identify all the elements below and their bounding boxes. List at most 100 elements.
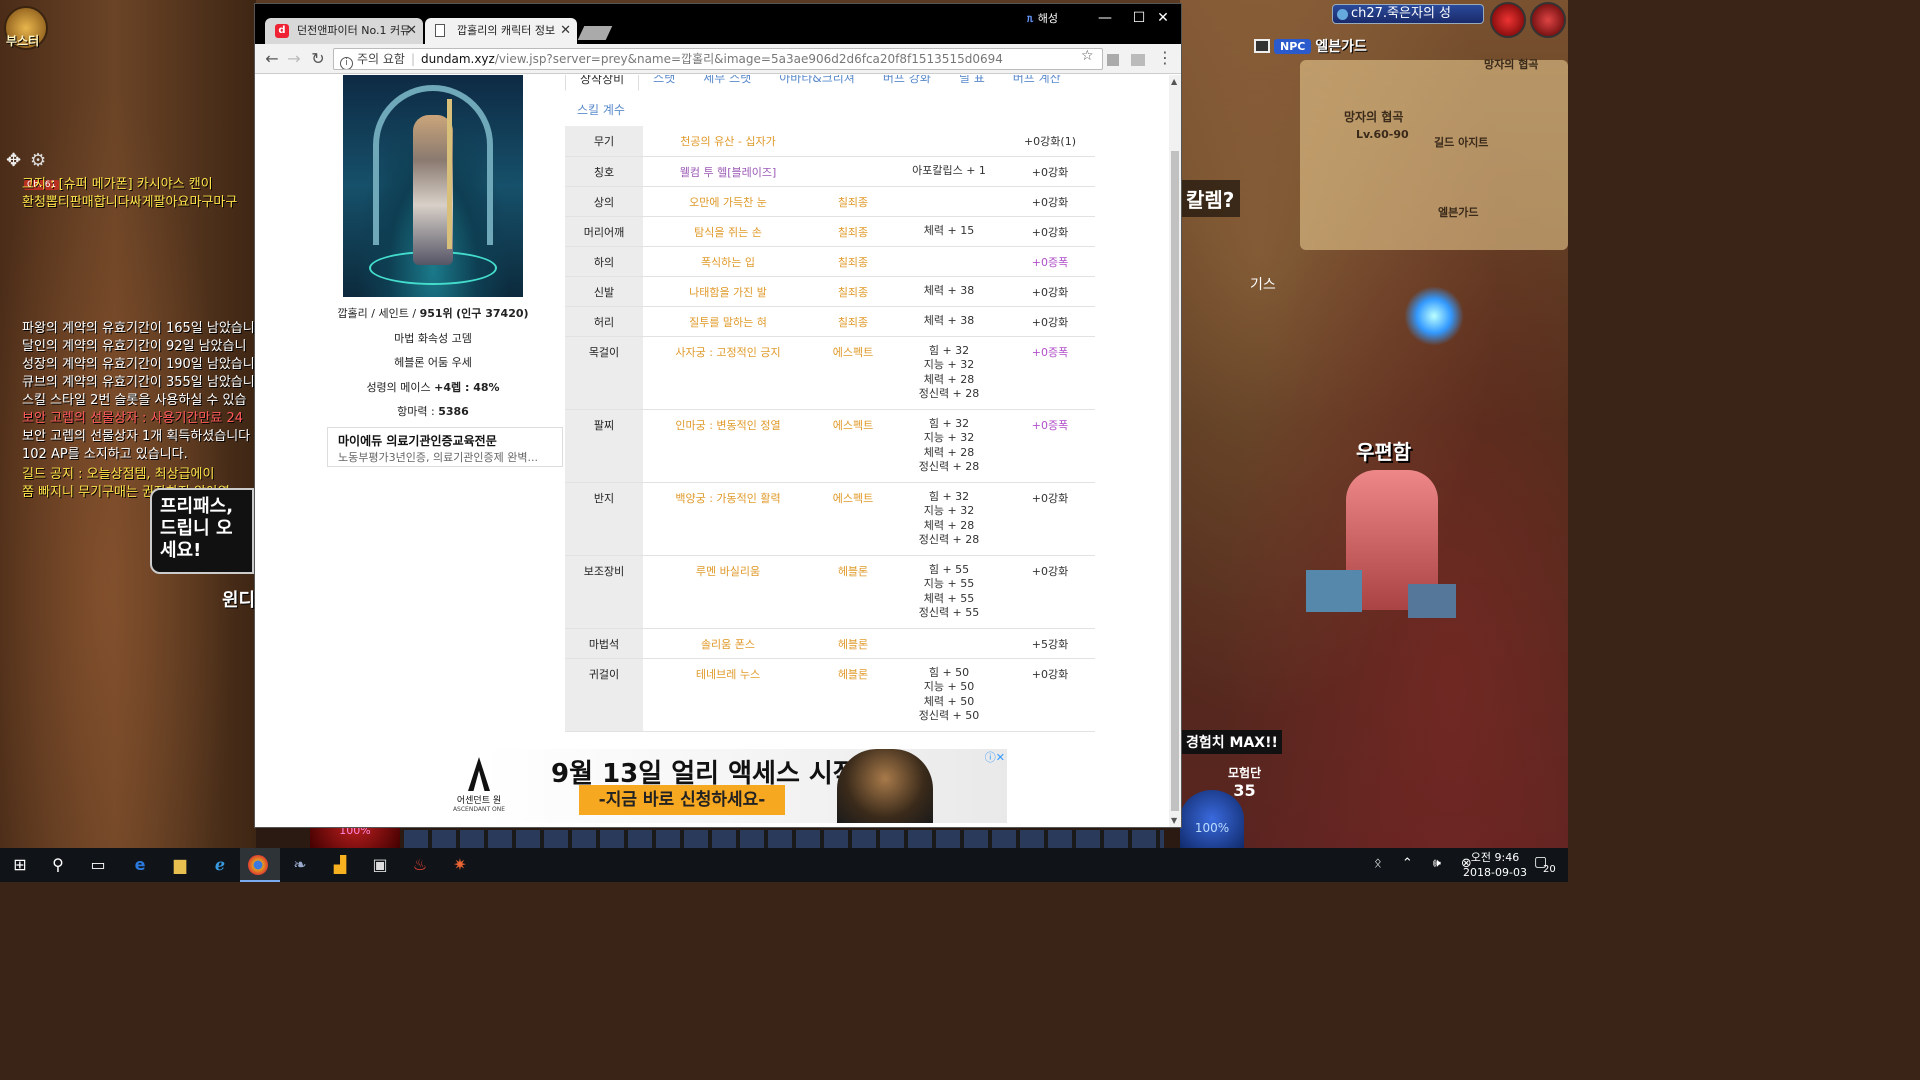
equipment-set: 칠죄종 bbox=[813, 276, 893, 307]
map-icon[interactable] bbox=[1254, 39, 1270, 53]
subnav-tab[interactable]: 버프 계산 bbox=[999, 75, 1075, 91]
internet-explorer-icon[interactable]: ℯ bbox=[208, 853, 232, 877]
menu-orb-icon[interactable] bbox=[1490, 2, 1526, 38]
minimize-button[interactable]: — bbox=[1087, 6, 1123, 30]
scroll-thumb[interactable] bbox=[1171, 151, 1179, 811]
banner-ad[interactable]: 어센던트 원 ASCENDANT ONE 9월 13일 얼리 액세스 시작! -… bbox=[413, 749, 1007, 823]
new-tab-button[interactable] bbox=[577, 26, 613, 40]
equipment-row: 상의 오만에 가득찬 눈 칠죄종 +0강화 bbox=[565, 186, 1095, 217]
bookmark-star-icon[interactable]: ☆ bbox=[1081, 48, 1094, 64]
equipment-name[interactable]: 질투를 말하는 혀 bbox=[643, 306, 813, 337]
scroll-down-icon[interactable]: ▼ bbox=[1171, 816, 1177, 825]
equipment-option: 체력 + 55 bbox=[923, 591, 975, 605]
menu-icon[interactable]: ⋮ bbox=[1157, 48, 1173, 67]
subnav-skill-coefficient[interactable]: 스킬 계수 bbox=[577, 101, 625, 118]
subnav-tab[interactable]: 딜 표 bbox=[945, 75, 999, 91]
creature-level: +4렙 : 48% bbox=[434, 381, 500, 394]
info-icon[interactable]: i bbox=[340, 57, 353, 69]
subnav-tab[interactable]: 스탯 bbox=[639, 75, 689, 91]
reload-button[interactable]: ↻ bbox=[307, 48, 329, 70]
equipment-options: 힘 + 32 지능 + 32 체력 + 28 정신력 + 28 bbox=[893, 336, 1005, 410]
adventure-group[interactable]: 모험단 35 bbox=[1228, 764, 1261, 800]
equipment-options: 아포칼립스 + 1 bbox=[893, 156, 1005, 187]
character-title-line: 헤블론 어둠 우세 bbox=[394, 356, 472, 369]
equipment-name[interactable]: 탐식을 쥐는 손 bbox=[643, 216, 813, 247]
equipment-name[interactable]: 사자궁 : 고정적인 긍지 bbox=[643, 336, 813, 410]
app-tool-icon[interactable]: ▣ bbox=[368, 853, 392, 877]
character-population: (인구 37420) bbox=[456, 307, 529, 320]
file-explorer-icon[interactable]: ▆ bbox=[168, 853, 192, 877]
equipment-options bbox=[893, 186, 1005, 217]
npc-question-label: 칼렘? bbox=[1180, 180, 1241, 217]
app-bird-icon[interactable]: ❧ bbox=[288, 853, 312, 877]
tab-character-info[interactable]: 깝홀리의 캐릭터 정보 ✕ bbox=[425, 18, 577, 44]
character-resist: 항마력 : 5386 bbox=[299, 403, 567, 419]
area-name: 엘븐가드 bbox=[1315, 39, 1367, 55]
equipment-name[interactable]: 인마궁 : 변동적인 정열 bbox=[643, 409, 813, 483]
channel-indicator[interactable]: ch27.죽은자의 성 bbox=[1332, 4, 1484, 24]
side-ad-title: 마이에듀 의료기관인증교육전문 bbox=[338, 434, 497, 448]
game-launcher-icon[interactable]: ▟ bbox=[328, 853, 352, 877]
equipment-option: 힘 + 50 bbox=[928, 665, 970, 679]
side-text-ad[interactable]: 마이에듀 의료기관인증교육전문 노동부평가3년인증, 의료기관인증제 완벽... bbox=[327, 427, 563, 467]
clock[interactable]: 오전 9:46 2018-09-03 bbox=[1462, 850, 1528, 880]
start-icon[interactable]: ⊞ bbox=[8, 853, 32, 877]
tab-close-icon[interactable]: ✕ bbox=[560, 18, 571, 44]
equipment-name[interactable]: 폭식하는 입 bbox=[643, 246, 813, 277]
chat-line bbox=[22, 212, 254, 230]
equipment-name[interactable]: 천공의 유산 - 십자가 bbox=[643, 126, 813, 157]
search-icon[interactable]: ⚲ bbox=[46, 853, 70, 877]
npc-search-button[interactable]: NPC bbox=[1274, 38, 1312, 54]
equipment-option: 정신력 + 28 bbox=[918, 387, 980, 400]
chat-line bbox=[22, 284, 254, 302]
equipment-name[interactable]: 테네브레 누스 bbox=[643, 658, 813, 732]
minimap[interactable] bbox=[1300, 60, 1568, 250]
extension-icon[interactable] bbox=[1107, 54, 1119, 66]
equipment-slot: 반지 bbox=[565, 482, 643, 556]
equipment-name[interactable]: 루멘 바실리움 bbox=[643, 555, 813, 629]
equipment-name[interactable]: 오만에 가득찬 눈 bbox=[643, 186, 813, 217]
equipment-options bbox=[893, 126, 1005, 157]
gear-icon[interactable]: ⚙ bbox=[30, 150, 46, 171]
booster-label: 부스터 bbox=[6, 34, 40, 48]
tab-dnf-community[interactable]: d 던전앤파이터 No.1 커뮤 ✕ bbox=[265, 18, 423, 44]
equipment-row: 허리 질투를 말하는 혀 칠죄종 체력 + 38 +0강화 bbox=[565, 306, 1095, 337]
browser-toolbar: ← → ↻ i 주의 요함 | dundam.xyz/view.jsp?server=… bbox=[255, 44, 1181, 74]
skill-bar[interactable] bbox=[404, 830, 1164, 848]
equipment-name[interactable]: 웰컴 투 헬[블레이즈] bbox=[643, 156, 813, 187]
dnf-game-icon[interactable]: ✷ bbox=[448, 853, 472, 877]
equipment-row: 머리어깨 탐식을 쥐는 손 칠죄종 체력 + 15 +0강화 bbox=[565, 216, 1095, 247]
subnav-tab[interactable]: 장착장비 bbox=[565, 75, 640, 91]
equipment-set: 헤블론 bbox=[813, 555, 893, 629]
storage-box bbox=[1306, 570, 1362, 612]
equipment-name[interactable]: 나태함을 가진 발 bbox=[643, 276, 813, 307]
app-flame-icon[interactable]: ♨ bbox=[408, 853, 432, 877]
address-bar[interactable]: i 주의 요함 | dundam.xyz/view.jsp?server=prey&n… bbox=[333, 48, 1103, 70]
scroll-up-icon[interactable]: ▲ bbox=[1171, 77, 1177, 86]
equipment-option: 힘 + 32 bbox=[928, 416, 970, 430]
equipment-option: 지능 + 50 bbox=[923, 680, 975, 693]
ad-choices-icon[interactable]: ⓘ✕ bbox=[985, 749, 1005, 765]
subnav-tab[interactable]: 세부 스탯 bbox=[689, 75, 765, 91]
tab-close-icon[interactable]: ✕ bbox=[406, 18, 417, 44]
forward-button[interactable]: → bbox=[283, 48, 305, 70]
equipment-option: 힘 + 32 bbox=[928, 343, 970, 357]
profile-button[interactable]: ᥰ 해성 bbox=[1027, 10, 1058, 26]
task-view-icon[interactable]: ▭ bbox=[86, 853, 110, 877]
subnav-tab[interactable]: 아바타&크리쳐 bbox=[765, 75, 869, 91]
equipment-reinforce: +0강화 bbox=[1005, 482, 1095, 556]
extension-icon-2[interactable] bbox=[1131, 54, 1145, 66]
equipment-name[interactable]: 백양궁 : 가동적인 활력 bbox=[643, 482, 813, 556]
equipment-name[interactable]: 솔리움 폰스 bbox=[643, 628, 813, 659]
edge-icon[interactable]: e bbox=[128, 853, 152, 877]
close-button[interactable]: ✕ bbox=[1145, 6, 1181, 30]
back-button[interactable]: ← bbox=[261, 48, 283, 70]
equipment-option: 체력 + 15 bbox=[923, 223, 975, 237]
vertical-scrollbar[interactable]: ▲ ▼ bbox=[1169, 75, 1181, 827]
equipment-option: 정신력 + 28 bbox=[918, 533, 980, 546]
menu-orb-icon-2[interactable] bbox=[1530, 2, 1566, 38]
move-icon[interactable]: ✥ bbox=[6, 150, 21, 171]
banner-cta-button[interactable]: -지금 바로 신청하세요- bbox=[579, 785, 785, 815]
chrome-icon[interactable] bbox=[248, 855, 268, 875]
subnav-tab[interactable]: 버프 강화 bbox=[869, 75, 945, 91]
